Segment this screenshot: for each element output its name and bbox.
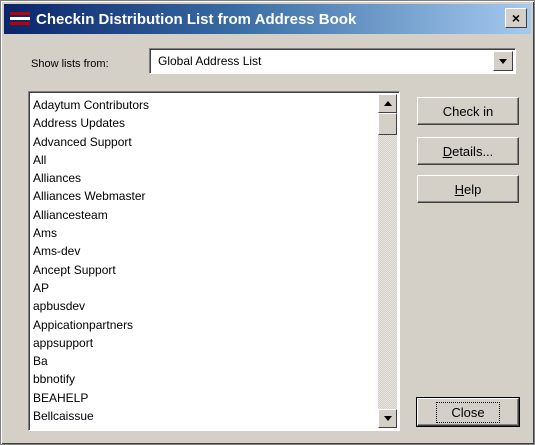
- check-in-label: Check in: [442, 103, 494, 119]
- check-in-button[interactable]: Check in: [417, 97, 519, 125]
- list-item[interactable]: Bellcaissue: [33, 407, 375, 425]
- chevron-down-icon: [499, 58, 507, 64]
- address-list-select[interactable]: Global Address List: [149, 48, 516, 74]
- details-label: etails...: [452, 143, 494, 159]
- details-mnemonic: D: [442, 143, 453, 159]
- arrow-up-icon: [383, 101, 392, 106]
- list-item[interactable]: BEAHELP: [33, 389, 375, 407]
- title-bar[interactable]: Checkin Distribution List from Address B…: [4, 4, 531, 34]
- address-book-icon: [10, 10, 30, 28]
- list-item[interactable]: apbusdev: [33, 297, 375, 315]
- show-lists-label: Show lists from:: [31, 58, 109, 70]
- close-icon: ×: [511, 10, 521, 26]
- scroll-down-button[interactable]: [378, 409, 397, 428]
- list-item[interactable]: Alliances Webmaster: [33, 187, 375, 205]
- help-mnemonic: H: [454, 181, 465, 197]
- list-item[interactable]: AP: [33, 279, 375, 297]
- list-item[interactable]: appsupport: [33, 334, 375, 352]
- distribution-list-box[interactable]: Adaytum Contributors Address Updates Advan…: [28, 91, 400, 431]
- vertical-scrollbar[interactable]: [378, 94, 397, 428]
- close-button[interactable]: Close: [416, 397, 520, 427]
- dialog-window: Checkin Distribution List from Address B…: [0, 0, 535, 445]
- window-title: Checkin Distribution List from Address B…: [36, 10, 357, 28]
- list-item[interactable]: Adaytum Contributors: [33, 96, 375, 114]
- help-button[interactable]: Help: [417, 175, 519, 203]
- distribution-list-items: Adaytum Contributors Address Updates Advan…: [33, 96, 375, 425]
- details-button[interactable]: Details...: [417, 137, 519, 165]
- scroll-up-button[interactable]: [378, 94, 397, 113]
- list-item[interactable]: Address Updates: [33, 114, 375, 132]
- dropdown-button[interactable]: [493, 51, 513, 71]
- list-item[interactable]: Appicationpartners: [33, 316, 375, 334]
- list-item[interactable]: Alliancesteam: [33, 206, 375, 224]
- scroll-thumb[interactable]: [378, 113, 397, 135]
- close-window-button[interactable]: ×: [505, 8, 527, 28]
- address-list-value: Global Address List: [158, 54, 262, 68]
- list-item[interactable]: Alliances: [33, 169, 375, 187]
- list-item[interactable]: Ancept Support: [33, 261, 375, 279]
- list-item[interactable]: Ba: [33, 352, 375, 370]
- list-item[interactable]: All: [33, 151, 375, 169]
- arrow-down-icon: [383, 416, 392, 421]
- help-label: elp: [464, 181, 482, 197]
- list-item[interactable]: Ams: [33, 224, 375, 242]
- list-item[interactable]: bbnotify: [33, 370, 375, 388]
- list-item[interactable]: Advanced Support: [33, 133, 375, 151]
- list-item[interactable]: Ams-dev: [33, 242, 375, 260]
- close-label: Close: [436, 401, 500, 423]
